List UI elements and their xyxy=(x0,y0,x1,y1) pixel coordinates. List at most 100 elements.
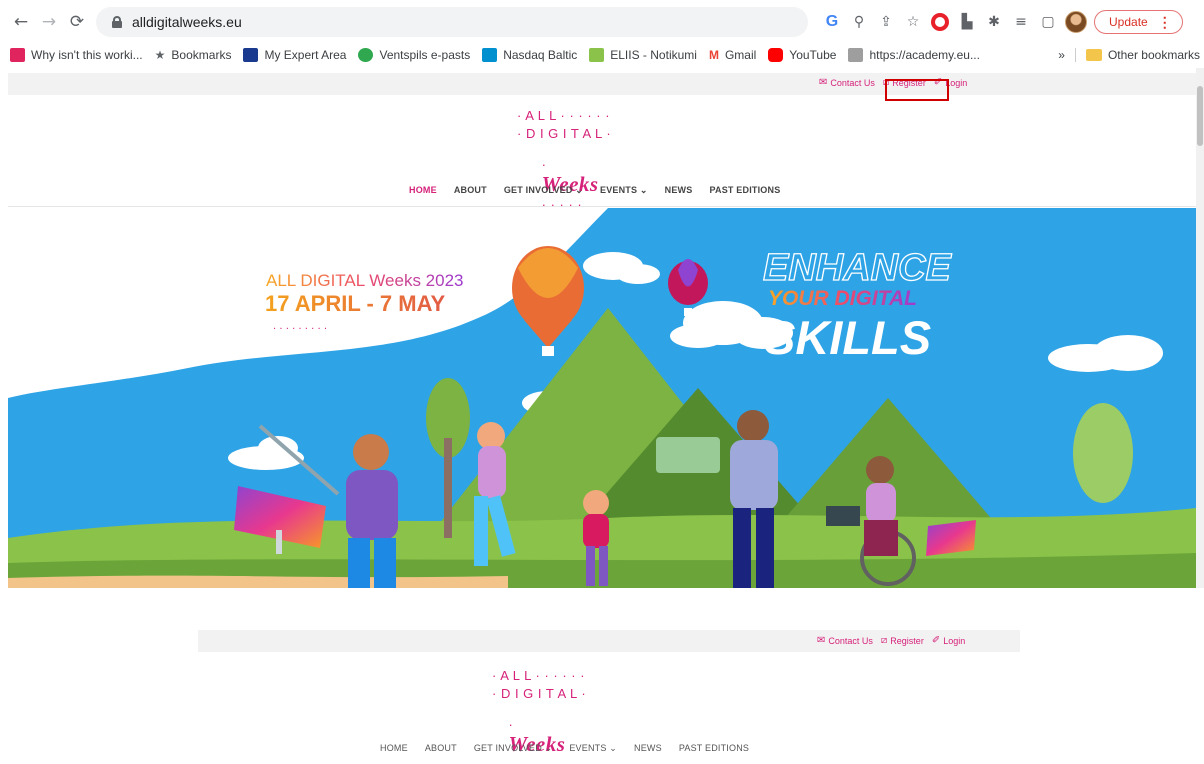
lock-icon[interactable] xyxy=(112,16,122,28)
bookmark-label: Ventspils e-pasts xyxy=(379,48,471,62)
hero-skills: SKILLS xyxy=(764,311,931,364)
extension-icon[interactable]: ▙ xyxy=(957,12,977,32)
folder-icon xyxy=(1085,49,1102,61)
bookmark-label: Bookmarks xyxy=(171,48,232,62)
bookmark-item[interactable]: M Gmail xyxy=(709,48,756,62)
register-link[interactable]: ⧄ Register xyxy=(881,635,924,646)
other-bookmarks-label: Other bookmarks xyxy=(1107,48,1200,62)
address-bar[interactable]: alldigitalweeks.eu xyxy=(96,7,808,37)
bookmark-label: Nasdaq Baltic xyxy=(503,48,578,62)
update-label: Update xyxy=(1109,15,1148,29)
logo-line-all: · A L L · · · · · · xyxy=(517,108,611,123)
zoom-icon[interactable]: ⚲ xyxy=(849,12,869,32)
login-icon: ✐ xyxy=(931,635,941,646)
bookmark-item[interactable]: Ventspils e-pasts xyxy=(358,48,470,62)
header-divider xyxy=(8,206,1196,207)
bookmark-item[interactable]: ★ Bookmarks xyxy=(155,48,232,62)
nav-get-involved[interactable]: GET INVOLVED ⌄ xyxy=(474,743,553,754)
logo-dot: · xyxy=(541,157,547,172)
site-logo[interactable]: · A L L · · · · · · · D I G I T A L · · … xyxy=(517,108,687,212)
gmail-icon: M xyxy=(708,48,719,62)
bookmark-label: Why isn't this worki... xyxy=(31,48,143,62)
nav-events[interactable]: EVENTS ⌄ xyxy=(569,743,617,754)
bookmark-item[interactable]: https://academy.eu... xyxy=(848,48,980,62)
bookmark-favicon xyxy=(848,48,864,62)
login-label: Login xyxy=(943,635,966,646)
nav-news[interactable]: NEWS xyxy=(634,743,662,754)
bookmark-favicon xyxy=(10,48,25,62)
reload-icon[interactable]: ⟳ xyxy=(66,11,88,33)
nav-get-involved[interactable]: GET INVOLVED ⌄ xyxy=(504,185,583,196)
nav-past-editions[interactable]: PAST EDITIONS xyxy=(709,185,780,196)
bookmark-item[interactable]: YouTube xyxy=(768,48,836,62)
star-icon[interactable]: ☆ xyxy=(903,12,923,32)
puzzle-icon[interactable]: ✱ xyxy=(984,12,1004,32)
logo-line-digital: · D I G I T A L · xyxy=(492,686,587,701)
url-text[interactable]: alldigitalweeks.eu xyxy=(132,14,242,30)
nav-home[interactable]: HOME xyxy=(409,185,437,196)
bookmark-item[interactable]: Why isn't this worki... xyxy=(10,48,143,62)
hero-banner: ALL DIGITAL Weeks 2023 17 APRIL - 7 MAY … xyxy=(8,208,1196,588)
share-icon[interactable]: ⇪ xyxy=(876,12,896,32)
other-bookmarks[interactable]: Other bookmarks xyxy=(1085,48,1200,62)
bookmark-label: Gmail xyxy=(724,48,757,62)
site-topbar xyxy=(8,73,1196,95)
side-panel-icon[interactable]: ▢ xyxy=(1038,12,1058,32)
reading-list-icon[interactable]: ≡ xyxy=(1011,12,1031,32)
mail-icon: ✉ xyxy=(819,77,828,88)
bookmark-favicon xyxy=(482,48,498,62)
logo-dot: · xyxy=(508,717,514,732)
main-nav-2: HOME ABOUT GET INVOLVED ⌄ EVENTS ⌄ NEWS … xyxy=(380,743,749,754)
contact-us-link[interactable]: ✉ Contact Us xyxy=(819,77,875,88)
nav-news[interactable]: NEWS xyxy=(665,185,693,196)
bookmark-item[interactable]: My Expert Area xyxy=(243,48,346,62)
more-menu-icon[interactable]: ⋮ xyxy=(1158,14,1172,31)
bookmark-label: https://academy.eu... xyxy=(869,48,980,62)
update-button[interactable]: Update ⋮ xyxy=(1094,10,1183,34)
contact-us-link[interactable]: ✉ Contact Us xyxy=(817,635,873,646)
browser-toolbar: ← → ⟳ alldigitalweeks.eu G ⚲ ⇪ ☆ ▙ ✱ ≡ ▢… xyxy=(0,0,1204,44)
forward-arrow-icon[interactable]: → xyxy=(38,11,60,33)
bookmark-item[interactable]: Nasdaq Baltic xyxy=(482,48,577,62)
nav-about[interactable]: ABOUT xyxy=(425,743,457,754)
back-arrow-icon[interactable]: ← xyxy=(10,11,32,33)
opera-icon[interactable] xyxy=(930,12,950,32)
hero-subtitle: ALL DIGITAL Weeks 2023 xyxy=(266,271,463,290)
main-nav: HOME ABOUT GET INVOLVED ⌄ EVENTS ⌄ NEWS … xyxy=(409,185,780,196)
bookmark-label: My Expert Area xyxy=(264,48,347,62)
hero-dots: · · · · · · · · · xyxy=(273,324,327,335)
login-link[interactable]: ✐ Login xyxy=(932,635,965,646)
star-icon: ★ xyxy=(154,48,166,62)
webpage-main: ✉ Contact Us ⧄ Register ✐ Login · A L L · ·… xyxy=(8,68,1196,588)
bookmark-item[interactable]: ELIIS - Notikumi xyxy=(589,48,697,62)
bookmark-label: ELIIS - Notikumi xyxy=(610,48,697,62)
scroll-thumb[interactable] xyxy=(1197,86,1203,146)
bookmarks-bar: Why isn't this worki... ★ Bookmarks My E… xyxy=(0,44,1204,66)
register-label: Register xyxy=(890,635,924,646)
top-links-2: ✉ Contact Us ⧄ Register ✐ Login xyxy=(817,635,965,646)
site-logo-2[interactable]: · A L L · · · · · · · D I G I T A L · · … xyxy=(492,668,662,764)
contact-label: Contact Us xyxy=(830,77,875,88)
bookmarks-overflow[interactable]: » xyxy=(1058,48,1065,62)
mail-icon: ✉ xyxy=(817,635,826,646)
logo-line-all: · A L L · · · · · · xyxy=(492,668,586,683)
hero-enhance: ENHANCE xyxy=(763,247,953,289)
youtube-icon xyxy=(768,48,784,62)
logo-line-digital: · D I G I T A L · xyxy=(517,126,612,141)
nav-past-editions[interactable]: PAST EDITIONS xyxy=(679,743,749,754)
nav-home[interactable]: HOME xyxy=(380,743,408,754)
hero-your-digital: YOUR DIGITAL xyxy=(768,287,917,310)
page-scrollbar[interactable] xyxy=(1196,68,1204,588)
register-highlight-box xyxy=(885,79,949,101)
logo-dots: · · · · · xyxy=(508,757,549,764)
nav-events[interactable]: EVENTS ⌄ xyxy=(600,185,648,196)
divider xyxy=(1074,48,1076,62)
bookmark-favicon xyxy=(589,48,605,62)
bookmark-favicon xyxy=(243,48,259,62)
bookmark-favicon xyxy=(358,48,374,62)
bookmark-label: YouTube xyxy=(789,48,837,62)
nav-about[interactable]: ABOUT xyxy=(454,185,487,196)
profile-avatar[interactable] xyxy=(1065,11,1087,33)
google-icon[interactable]: G xyxy=(822,12,842,32)
hero-illustration: ALL DIGITAL Weeks 2023 17 APRIL - 7 MAY … xyxy=(8,208,1196,588)
